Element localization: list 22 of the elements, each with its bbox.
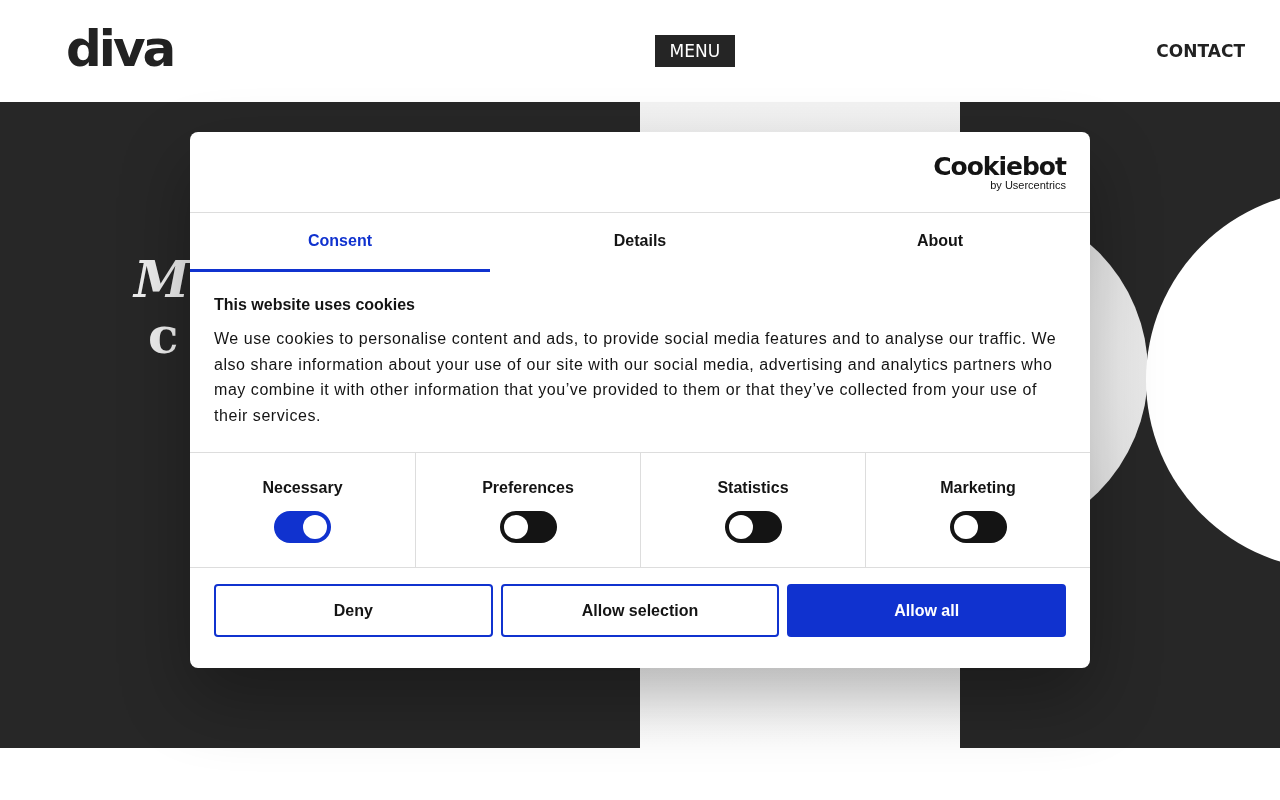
dialog-tab[interactable]: About — [790, 213, 1090, 272]
dialog-tab[interactable]: Consent — [190, 213, 490, 272]
brand-logo-text: Cookiebot — [933, 153, 1066, 179]
category-label: Preferences — [482, 479, 574, 497]
category-label: Marketing — [940, 479, 1016, 497]
toggle-switch[interactable] — [274, 511, 331, 543]
dialog-title: This website uses cookies — [214, 296, 416, 314]
consent-button[interactable]: Deny — [214, 584, 493, 637]
brand-byline: by Usercentrics — [990, 178, 1066, 191]
category-label: Statistics — [717, 479, 789, 497]
dialog-body-text: We use cookies to personalise content and ads, to provide social media features and to analyse our traffic. We also share information about your use of our site with our social media, advertising and analytics partners who may combine it with other information that you’ve provided to them or that they’ve collected from your use of their services. — [214, 329, 1058, 426]
contact-link[interactable]: CONTACT — [1156, 41, 1245, 61]
hero-heading-text: M — [134, 252, 190, 308]
consent-button[interactable]: Allow selection — [500, 584, 780, 637]
toggle-switch[interactable] — [949, 511, 1007, 543]
menu-button[interactable]: MENU — [654, 35, 736, 67]
allow-all-button[interactable]: Allow all — [787, 584, 1066, 637]
logo-wordmark[interactable]: diva — [66, 24, 174, 74]
toggle-switch[interactable] — [499, 511, 557, 543]
category-label: Necessary — [262, 479, 343, 497]
toggle-switch[interactable] — [724, 511, 782, 543]
hero-heading-text: c — [148, 308, 179, 364]
